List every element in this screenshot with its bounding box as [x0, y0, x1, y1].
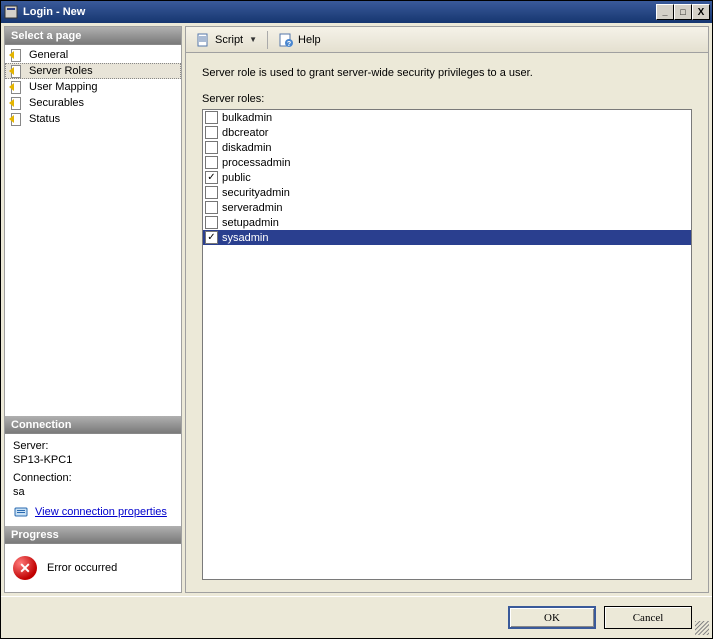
role-checkbox[interactable]: [205, 141, 218, 154]
left-panel: Select a page General Server Roles User Ma…: [4, 26, 182, 593]
role-checkbox[interactable]: [205, 201, 218, 214]
script-icon: [195, 32, 211, 48]
help-button[interactable]: ? Help: [273, 29, 326, 51]
connection-value: sa: [13, 486, 173, 498]
maximize-button[interactable]: □: [674, 4, 692, 20]
help-label: Help: [298, 34, 321, 46]
page-icon: [9, 80, 25, 94]
role-label: dbcreator: [222, 127, 268, 139]
role-row-diskadmin[interactable]: diskadmin: [203, 140, 691, 155]
role-row-processadmin[interactable]: processadmin: [203, 155, 691, 170]
resize-grip[interactable]: [695, 621, 709, 635]
help-icon: ?: [278, 32, 294, 48]
role-checkbox[interactable]: [205, 111, 218, 124]
connection-body: Server: SP13-KPC1 Connection: sa View co…: [5, 434, 181, 526]
role-label: bulkadmin: [222, 112, 272, 124]
titlebar: Login - New _ □ X: [1, 1, 712, 23]
role-label: sysadmin: [222, 232, 268, 244]
view-connection-properties-link[interactable]: View connection properties: [35, 506, 167, 518]
page-item-securables[interactable]: Securables: [5, 95, 181, 111]
page-item-server-roles[interactable]: Server Roles: [5, 63, 181, 79]
role-label: diskadmin: [222, 142, 272, 154]
page-item-label: Status: [29, 113, 60, 125]
page-icon: [9, 112, 25, 126]
role-checkbox[interactable]: [205, 216, 218, 229]
page-icon: [9, 96, 25, 110]
cancel-button[interactable]: Cancel: [604, 606, 692, 629]
role-row-dbcreator[interactable]: dbcreator: [203, 125, 691, 140]
window-controls: _ □ X: [656, 4, 710, 20]
role-row-securityadmin[interactable]: securityadmin: [203, 185, 691, 200]
page-item-label: Server Roles: [29, 65, 93, 77]
role-label: public: [222, 172, 251, 184]
page-list: General Server Roles User Mapping Securable…: [5, 45, 181, 416]
page-item-user-mapping[interactable]: User Mapping: [5, 79, 181, 95]
right-panel: Script ▼ ? Help Server role is used to: [185, 26, 709, 593]
role-row-public[interactable]: ✓ public: [203, 170, 691, 185]
role-row-setupadmin[interactable]: setupadmin: [203, 215, 691, 230]
server-roles-list[interactable]: bulkadmindbcreatordiskadminprocessadmin✓…: [202, 109, 692, 580]
role-label: setupadmin: [222, 217, 279, 229]
page-item-label: User Mapping: [29, 81, 97, 93]
role-checkbox[interactable]: [205, 156, 218, 169]
role-checkbox[interactable]: ✓: [205, 231, 218, 244]
page-item-general[interactable]: General: [5, 47, 181, 63]
page-description: Server role is used to grant server-wide…: [186, 53, 708, 87]
chevron-down-icon: ▼: [249, 35, 257, 44]
error-icon: ✕: [13, 556, 37, 580]
role-row-sysadmin[interactable]: ✓ sysadmin: [203, 230, 691, 245]
role-label: securityadmin: [222, 187, 290, 199]
role-checkbox[interactable]: [205, 186, 218, 199]
page-icon: [9, 64, 25, 78]
server-roles-label: Server roles:: [186, 87, 708, 105]
ok-button[interactable]: OK: [508, 606, 596, 629]
app-icon: [3, 4, 19, 20]
role-checkbox[interactable]: ✓: [205, 171, 218, 184]
page-item-status[interactable]: Status: [5, 111, 181, 127]
script-button[interactable]: Script ▼: [190, 29, 262, 51]
svg-text:?: ?: [287, 41, 291, 48]
close-button[interactable]: X: [692, 4, 710, 20]
role-row-serveradmin[interactable]: serveradmin: [203, 200, 691, 215]
progress-body: ✕ Error occurred: [5, 544, 181, 592]
window-title: Login - New: [23, 6, 656, 18]
connection-label: Connection:: [13, 472, 173, 484]
role-row-bulkadmin[interactable]: bulkadmin: [203, 110, 691, 125]
script-label: Script: [215, 34, 243, 46]
role-checkbox[interactable]: [205, 126, 218, 139]
progress-header: Progress: [5, 526, 181, 544]
button-bar: OK Cancel: [1, 596, 712, 638]
page-item-label: General: [29, 49, 68, 61]
role-label: processadmin: [222, 157, 290, 169]
toolbar: Script ▼ ? Help: [186, 27, 708, 53]
connection-properties-icon: [13, 504, 29, 520]
select-page-header: Select a page: [5, 27, 181, 45]
server-label: Server:: [13, 440, 173, 452]
role-label: serveradmin: [222, 202, 283, 214]
server-value: SP13-KPC1: [13, 454, 173, 466]
page-item-label: Securables: [29, 97, 84, 109]
minimize-button[interactable]: _: [656, 4, 674, 20]
progress-status: Error occurred: [47, 562, 117, 574]
connection-header: Connection: [5, 416, 181, 434]
page-icon: [9, 48, 25, 62]
toolbar-separator: [267, 31, 268, 49]
